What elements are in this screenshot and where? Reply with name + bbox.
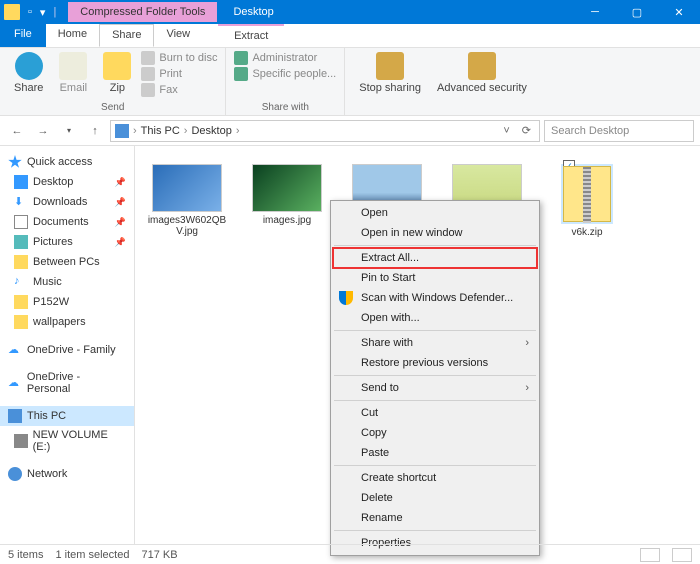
zip-icon [563,166,611,222]
ribbon: Share Email Zip Burn to disc Print Fax S… [0,48,700,116]
sidebar: Quick access Desktop📌 Downloads📌 Documen… [0,146,135,544]
menu-rename[interactable]: Rename [333,508,537,528]
sidebar-between-pcs[interactable]: Between PCs [0,252,134,272]
refresh-button[interactable]: ⟳ [518,124,535,137]
chevron-right-icon: › [525,382,529,394]
minimize-button[interactable]: ─ [574,2,616,22]
image-thumbnail [252,164,322,212]
sidebar-music[interactable]: Music [0,272,134,292]
sidebar-new-volume[interactable]: NEW VOLUME (E:) [0,426,134,456]
sharewith-group-label: Share with [234,102,336,113]
sidebar-onedrive-personal[interactable]: OneDrive - Personal [0,368,134,398]
print-button[interactable]: Print [141,66,217,82]
pin-icon: 📌 [115,237,126,248]
menu-delete[interactable]: Delete [333,488,537,508]
share-button[interactable]: Share [8,50,49,98]
pin-icon: 📌 [115,197,126,208]
window-title: Desktop [233,6,273,18]
address-row: ← → ▾ ↑ › This PC › Desktop › ˅ ⟳ Search… [0,116,700,146]
admin-button[interactable]: Administrator [234,50,336,66]
pin-icon: 📌 [115,217,126,228]
recent-dropdown-icon[interactable]: ▾ [58,120,80,142]
menu-cut[interactable]: Cut [333,403,537,423]
pin-icon: 📌 [115,177,126,188]
titlebar: ▫ ▾ | Compressed Folder Tools Desktop ─ … [0,0,700,24]
sidebar-network[interactable]: Network [0,464,134,484]
menu-open[interactable]: Open [333,203,537,223]
sidebar-quick-access[interactable]: Quick access [0,152,134,172]
pc-icon [115,124,129,138]
sidebar-wallpapers[interactable]: wallpapers [0,312,134,332]
back-button[interactable]: ← [6,120,28,142]
details-view-button[interactable] [640,548,660,562]
menu-extract-all[interactable]: Extract All... [333,248,537,268]
sidebar-p152w[interactable]: P152W [0,292,134,312]
menu-copy[interactable]: Copy [333,423,537,443]
quick-access-save-icon[interactable]: ▫ [24,6,36,18]
up-button[interactable]: ↑ [84,120,106,142]
advanced-security-button[interactable]: Advanced security [431,50,533,96]
menu-pin-to-start[interactable]: Pin to Start [333,268,537,288]
menubar: File Home Share View Extract [0,24,700,48]
sidebar-downloads[interactable]: Downloads📌 [0,192,134,212]
status-selected: 1 item selected [55,549,129,561]
address-bar[interactable]: › This PC › Desktop › ˅ ⟳ [110,120,540,142]
specific-people-button[interactable]: Specific people... [234,66,336,82]
stop-sharing-button[interactable]: Stop sharing [353,50,427,96]
zip-button[interactable]: Zip [97,50,137,98]
close-button[interactable]: ✕ [658,2,700,23]
sidebar-desktop[interactable]: Desktop📌 [0,172,134,192]
separator: | [49,6,60,18]
search-input[interactable]: Search Desktop [544,120,694,142]
maximize-button[interactable]: ▢ [616,2,658,23]
home-tab[interactable]: Home [46,24,99,47]
statusbar: 5 items 1 item selected 717 KB [0,544,700,564]
share-tab[interactable]: Share [99,24,154,47]
folder-icon [4,4,20,20]
status-item-count: 5 items [8,549,43,561]
menu-create-shortcut[interactable]: Create shortcut [333,468,537,488]
sidebar-pictures[interactable]: Pictures📌 [0,232,134,252]
file-item-zip[interactable]: ✓ v6k.zip [547,164,627,238]
breadcrumb-desktop[interactable]: Desktop [191,125,231,137]
sidebar-onedrive-family[interactable]: OneDrive - Family [0,340,134,360]
shield-icon [339,291,353,305]
chevron-right-icon: › [525,337,529,349]
menu-open-with[interactable]: Open with... [333,308,537,328]
address-dropdown-icon[interactable]: ˅ [499,125,513,137]
burn-button[interactable]: Burn to disc [141,50,217,66]
menu-scan-defender[interactable]: Scan with Windows Defender... [333,288,537,308]
menu-share-with[interactable]: Share with› [333,333,537,353]
thumbnails-view-button[interactable] [672,548,692,562]
file-item[interactable]: images.jpg [247,164,327,226]
send-group-label: Send [8,102,217,113]
quick-access-dropdown-icon[interactable]: ▾ [36,6,50,19]
menu-restore-versions[interactable]: Restore previous versions [333,353,537,373]
breadcrumb-thispc[interactable]: This PC [141,125,180,137]
forward-button[interactable]: → [32,120,54,142]
file-item[interactable]: images3W602QBV.jpg [147,164,227,237]
extract-tab[interactable]: Extract [218,24,284,47]
menu-send-to[interactable]: Send to› [333,378,537,398]
email-button[interactable]: Email [53,50,93,98]
sidebar-documents[interactable]: Documents📌 [0,212,134,232]
view-tab[interactable]: View [154,24,202,47]
image-thumbnail [152,164,222,212]
file-tab[interactable]: File [0,24,46,47]
menu-paste[interactable]: Paste [333,443,537,463]
sidebar-this-pc[interactable]: This PC [0,406,134,426]
fax-button[interactable]: Fax [141,82,217,98]
status-size: 717 KB [141,549,177,561]
compressed-tools-tab[interactable]: Compressed Folder Tools [68,2,217,22]
menu-open-new-window[interactable]: Open in new window [333,223,537,243]
context-menu: Open Open in new window Extract All... P… [330,200,540,556]
